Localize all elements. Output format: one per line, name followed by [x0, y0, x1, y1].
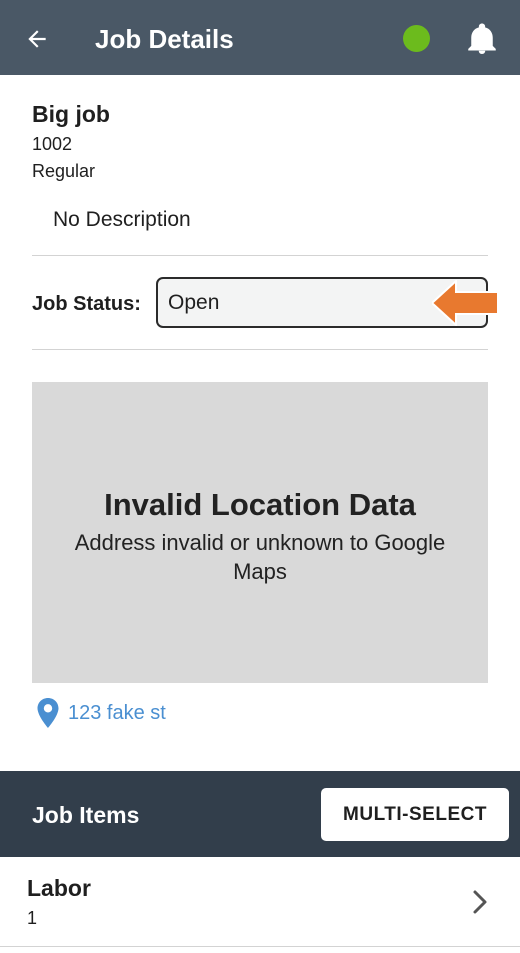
job-items-title: Job Items	[32, 802, 140, 828]
page-title: Job Details	[95, 24, 234, 54]
job-status-value: Open	[168, 291, 220, 314]
job-item-name: Labor	[27, 875, 91, 901]
map-error-message: Address invalid or unknown to Google Map…	[74, 530, 446, 584]
chevron-right-icon	[473, 890, 487, 914]
job-number: 1002	[32, 134, 73, 154]
app-header: Job Details	[0, 0, 520, 75]
address-text: 123 fake st	[68, 702, 166, 724]
divider	[32, 349, 488, 350]
divider	[0, 946, 520, 947]
notifications-button[interactable]	[464, 20, 500, 58]
job-status-label: Job Status:	[32, 293, 141, 315]
connection-status-dot	[403, 25, 430, 52]
bell-icon	[468, 23, 496, 54]
job-item-row[interactable]: Labor 1	[0, 857, 520, 946]
divider	[32, 255, 488, 256]
job-item-quantity: 1	[27, 908, 38, 928]
multi-select-button[interactable]: MULTI-SELECT	[321, 788, 509, 841]
job-items-header: Job Items MULTI-SELECT	[0, 771, 520, 857]
arrow-left-icon	[28, 30, 46, 48]
back-button[interactable]	[20, 22, 54, 56]
pointer-arrow-icon	[432, 280, 499, 326]
job-name: Big job	[32, 101, 110, 127]
address-link[interactable]: 123 fake st	[36, 696, 166, 730]
map-pin-icon	[37, 698, 59, 728]
map-error-title: Invalid Location Data	[104, 487, 416, 522]
job-description: No Description	[53, 208, 191, 231]
job-type: Regular	[32, 161, 96, 181]
map-placeholder: Invalid Location Data Address invalid or…	[32, 382, 488, 683]
